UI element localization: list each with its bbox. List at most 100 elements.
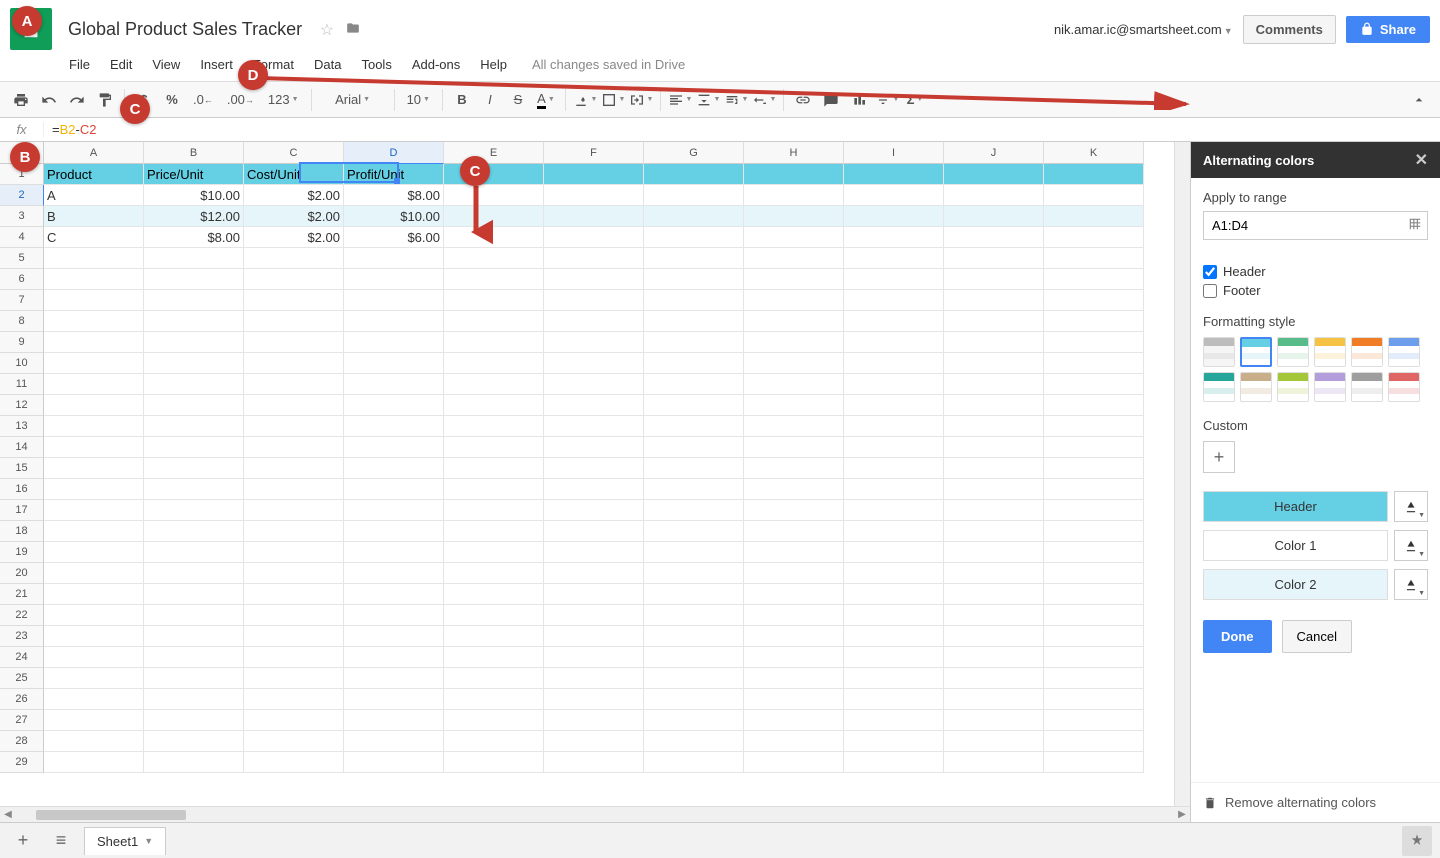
menu-insert[interactable]: Insert [191,54,242,75]
cell[interactable] [744,626,844,647]
row-header[interactable]: 15 [0,458,44,479]
cell[interactable] [944,500,1044,521]
cell[interactable] [1044,584,1144,605]
cell[interactable] [444,584,544,605]
cell[interactable]: $12.00 [144,206,244,227]
cell[interactable] [344,332,444,353]
cell[interactable] [644,521,744,542]
cell[interactable] [844,521,944,542]
cell[interactable] [344,542,444,563]
cell[interactable] [44,290,144,311]
cell[interactable] [144,668,244,689]
cell[interactable] [544,542,644,563]
row-header[interactable]: 25 [0,668,44,689]
cell[interactable] [744,542,844,563]
row-header[interactable]: 19 [0,542,44,563]
cell[interactable] [744,185,844,206]
h-align-icon[interactable]: ▼ [667,86,693,114]
column-header[interactable]: K [1044,142,1144,164]
cell[interactable] [844,647,944,668]
format-percent-icon[interactable]: % [159,86,185,114]
cell[interactable] [644,290,744,311]
cell[interactable] [1044,521,1144,542]
cell[interactable] [1044,290,1144,311]
cell[interactable]: $2.00 [244,206,344,227]
cell[interactable] [644,206,744,227]
share-button[interactable]: Share [1346,16,1430,43]
text-rotation-icon[interactable]: ▼ [751,86,777,114]
cell[interactable] [844,752,944,773]
column-header[interactable]: F [544,142,644,164]
cell[interactable] [944,185,1044,206]
cell[interactable] [844,269,944,290]
cell[interactable] [44,437,144,458]
column-header[interactable]: B [144,142,244,164]
cell[interactable] [1044,626,1144,647]
cell[interactable] [144,521,244,542]
cell[interactable] [944,416,1044,437]
cell[interactable] [944,227,1044,248]
menu-tools[interactable]: Tools [352,54,400,75]
cell[interactable] [844,227,944,248]
cell[interactable] [744,458,844,479]
cell[interactable] [244,563,344,584]
row-header[interactable]: 20 [0,563,44,584]
cell[interactable]: Cost/Unit [244,164,344,185]
font-select[interactable]: Arial▼ [318,86,388,114]
row-header[interactable]: 22 [0,605,44,626]
cell[interactable] [144,479,244,500]
cell[interactable] [344,311,444,332]
cell[interactable] [1044,689,1144,710]
folder-icon[interactable] [346,23,360,38]
row-header[interactable]: 21 [0,584,44,605]
cell[interactable] [144,248,244,269]
cell[interactable] [44,710,144,731]
cell[interactable] [744,731,844,752]
cell[interactable] [644,605,744,626]
cell[interactable] [144,353,244,374]
cell[interactable] [1044,395,1144,416]
row-header[interactable]: 24 [0,647,44,668]
cell[interactable] [544,731,644,752]
cell[interactable] [444,689,544,710]
cell[interactable] [744,710,844,731]
cell[interactable] [744,479,844,500]
redo-icon[interactable] [64,86,90,114]
cell[interactable] [544,668,644,689]
cell[interactable] [444,710,544,731]
cell[interactable] [544,647,644,668]
cell[interactable] [844,668,944,689]
cell[interactable] [744,500,844,521]
cell[interactable]: Price/Unit [144,164,244,185]
cell[interactable] [1044,374,1144,395]
cell[interactable]: $10.00 [144,185,244,206]
cell[interactable] [744,584,844,605]
cell[interactable] [1044,185,1144,206]
cell[interactable] [844,437,944,458]
cell[interactable] [844,416,944,437]
cell[interactable] [444,290,544,311]
cell[interactable] [544,605,644,626]
menu-view[interactable]: View [143,54,189,75]
cell[interactable] [644,311,744,332]
cell[interactable]: $2.00 [244,227,344,248]
cell[interactable] [544,248,644,269]
cell[interactable] [344,647,444,668]
cell[interactable] [944,374,1044,395]
style-swatch[interactable] [1203,372,1235,402]
add-sheet-button[interactable]: + [8,827,38,855]
cell[interactable] [544,458,644,479]
cell[interactable] [544,500,644,521]
cell[interactable] [744,437,844,458]
style-swatch[interactable] [1351,372,1383,402]
cell[interactable] [244,731,344,752]
style-swatch[interactable] [1388,372,1420,402]
cell[interactable] [1044,206,1144,227]
cell[interactable] [44,500,144,521]
row-header[interactable]: 8 [0,311,44,332]
cell[interactable] [144,563,244,584]
row-header[interactable]: 17 [0,500,44,521]
cell[interactable] [244,752,344,773]
cell[interactable] [444,626,544,647]
cell[interactable] [944,311,1044,332]
